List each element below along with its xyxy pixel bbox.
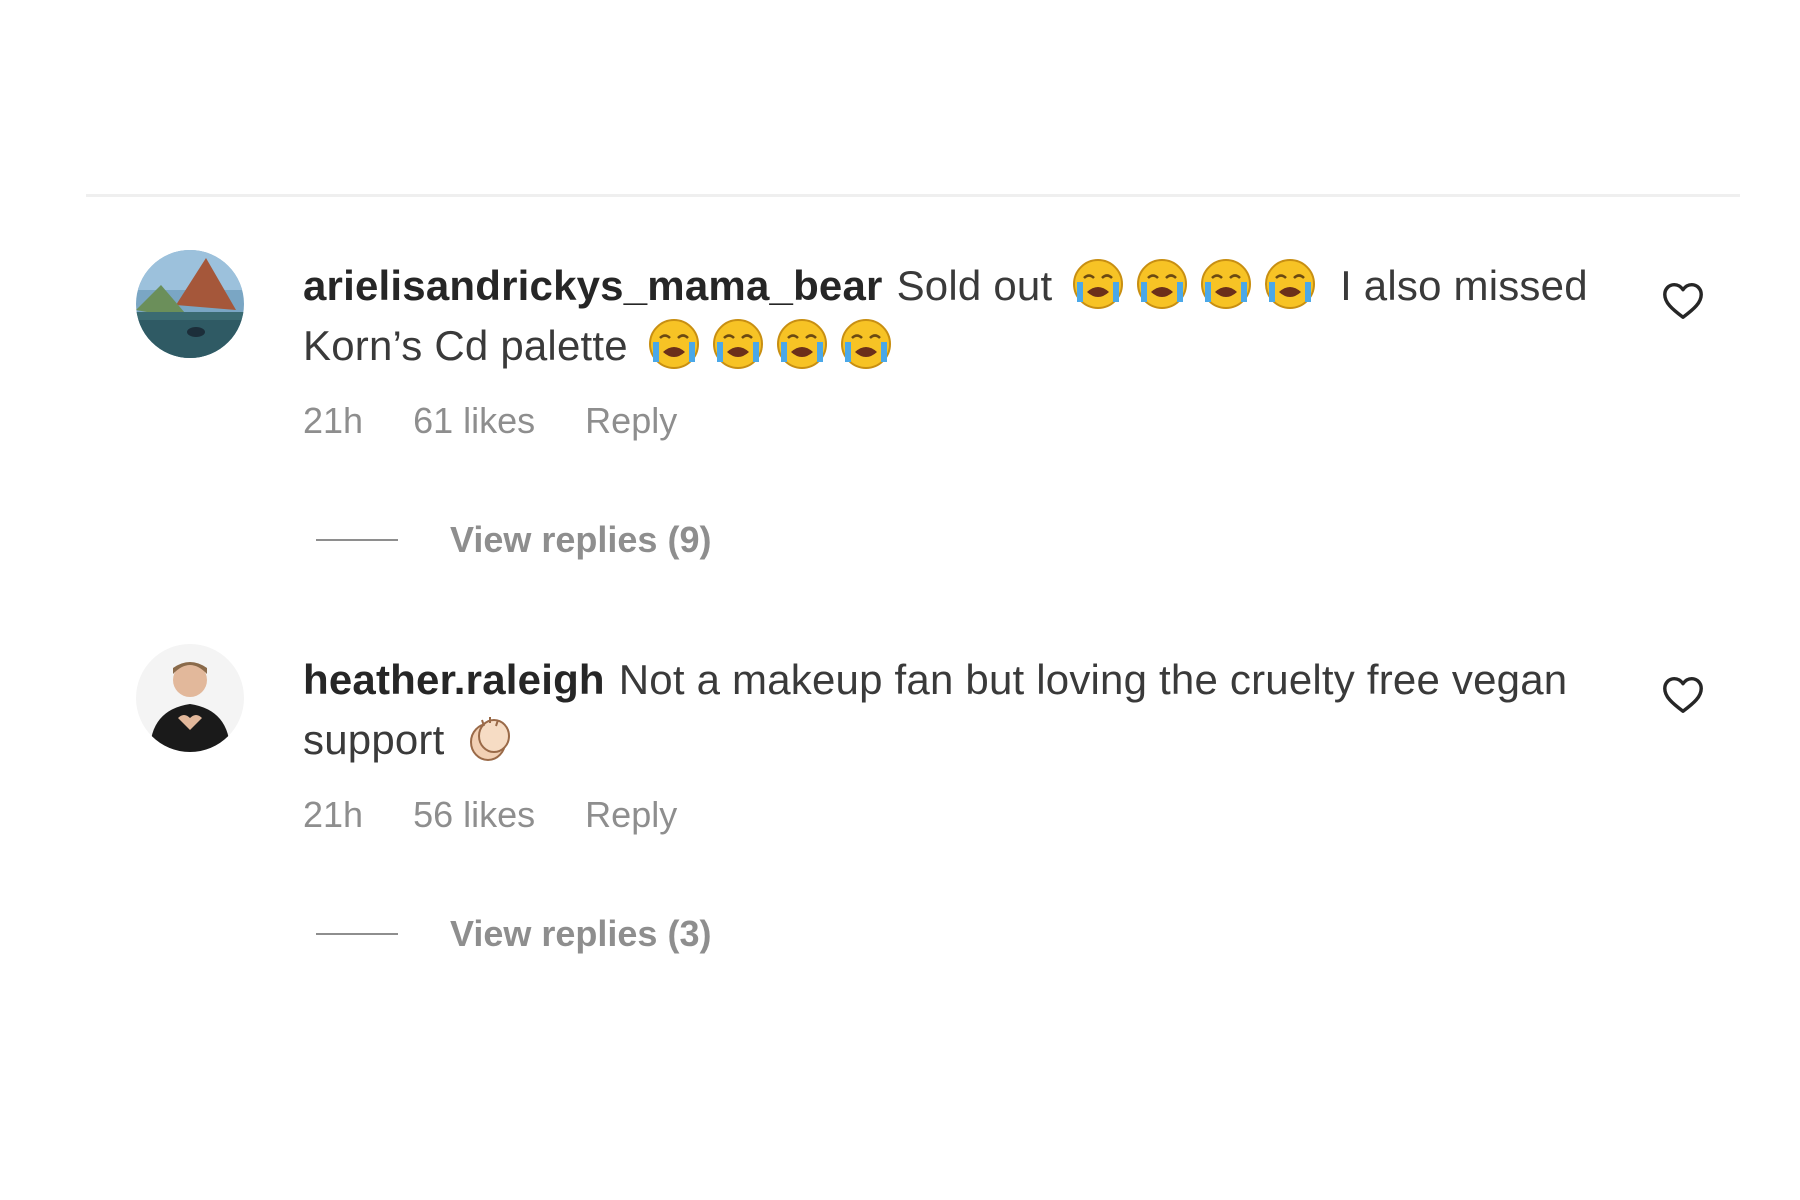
heart-outline-icon bbox=[1663, 282, 1703, 320]
view-replies-button[interactable]: View replies (9) bbox=[316, 516, 711, 564]
view-replies-label: View replies (3) bbox=[450, 913, 712, 954]
clapping-hands-icon bbox=[470, 717, 511, 761]
crying-face-icon bbox=[648, 319, 699, 369]
comment-time: 21h bbox=[303, 400, 364, 441]
comment-meta: 21h 61 likes Reply bbox=[303, 400, 717, 442]
crying-face-icon bbox=[1137, 259, 1188, 309]
landscape-avatar-icon bbox=[136, 250, 244, 358]
comment-username[interactable]: heather.raleigh bbox=[303, 656, 605, 703]
person-avatar-icon bbox=[136, 644, 244, 752]
comment-time: 21h bbox=[303, 794, 364, 835]
avatar[interactable] bbox=[136, 250, 244, 358]
view-replies-label: View replies (9) bbox=[450, 519, 712, 560]
comment-body: heather.raleigh Not a makeup fan but lovi… bbox=[303, 650, 1593, 770]
reply-button[interactable]: Reply bbox=[585, 400, 677, 441]
heart-outline-icon bbox=[1663, 676, 1703, 714]
view-replies-button[interactable]: View replies (3) bbox=[316, 910, 711, 958]
crying-face-icon bbox=[1073, 259, 1124, 309]
comment-text: Sold out bbox=[896, 262, 1053, 309]
crying-face-icon bbox=[1265, 259, 1316, 309]
likes-count[interactable]: 61 likes bbox=[413, 400, 535, 441]
comment-meta: 21h 56 likes Reply bbox=[303, 794, 717, 836]
likes-count[interactable]: 56 likes bbox=[413, 794, 535, 835]
comment-body: arielisandrickys_mama_bear Sold out I als… bbox=[303, 256, 1593, 376]
crying-face-icon bbox=[712, 319, 763, 369]
crying-face-icon bbox=[1201, 259, 1252, 309]
like-button[interactable] bbox=[1660, 278, 1706, 324]
reply-button[interactable]: Reply bbox=[585, 794, 677, 835]
avatar[interactable] bbox=[136, 644, 244, 752]
view-replies-line bbox=[316, 539, 398, 541]
comment-username[interactable]: arielisandrickys_mama_bear bbox=[303, 262, 883, 309]
top-divider bbox=[86, 194, 1740, 197]
view-replies-line bbox=[316, 933, 398, 935]
like-button[interactable] bbox=[1660, 672, 1706, 718]
crying-face-icon bbox=[776, 319, 827, 369]
crying-face-icon bbox=[840, 319, 891, 369]
